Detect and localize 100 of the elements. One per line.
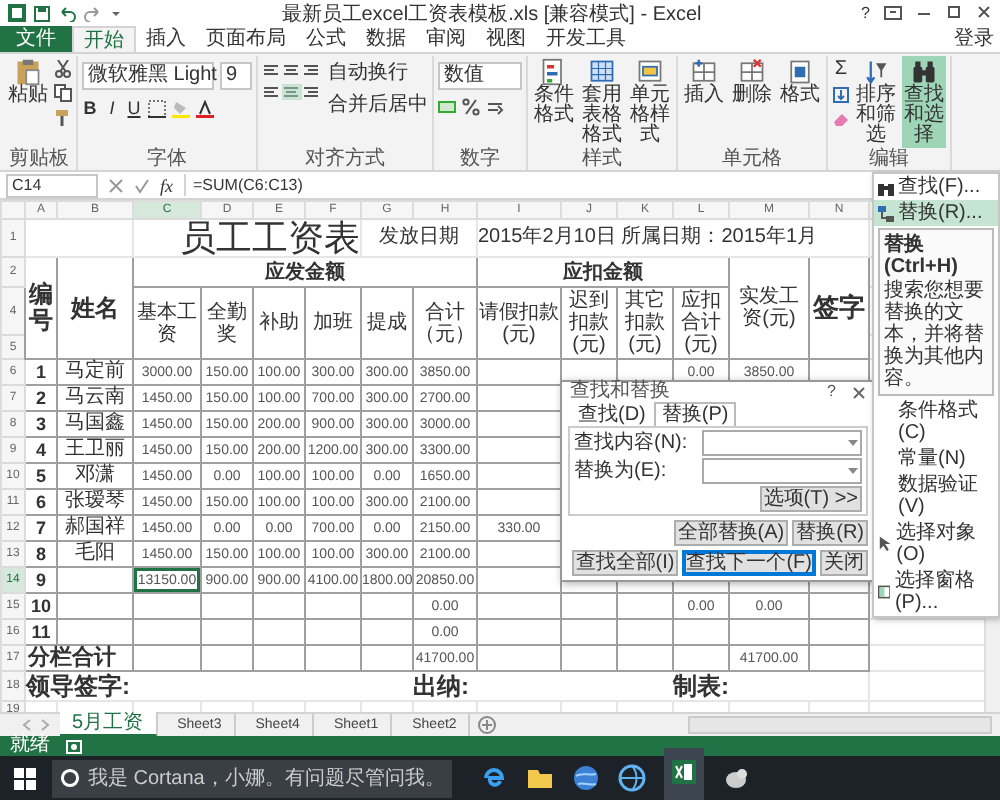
- cursor-icon: [878, 536, 893, 552]
- ribbon-tab[interactable]: 开始: [72, 26, 136, 52]
- font-style-button[interactable]: U: [126, 98, 142, 118]
- menu-item[interactable]: 常量(N): [874, 446, 998, 472]
- insert-cells-icon: [690, 58, 718, 86]
- sign-in-link[interactable]: 登录: [954, 26, 1000, 52]
- customize-caret-icon[interactable]: [110, 7, 122, 19]
- header-cell: 加班: [305, 287, 361, 359]
- start-icon[interactable]: [14, 767, 36, 789]
- font-name-field[interactable]: 微软雅黑 Light: [82, 62, 214, 90]
- table-cell: 马国鑫: [57, 411, 133, 437]
- sheet-tab[interactable]: 5月工资: [60, 712, 158, 738]
- menu-item[interactable]: 数据验证(V): [874, 472, 998, 520]
- ribbon-tab[interactable]: 页面布局: [196, 26, 296, 52]
- percent-icon[interactable]: [462, 98, 480, 116]
- table-cell: 5: [25, 463, 57, 489]
- ribbon-tab[interactable]: 插入: [136, 26, 196, 52]
- menu-item[interactable]: 查找(F)...: [874, 174, 998, 200]
- header-cell: 迟到扣款(元): [561, 287, 617, 359]
- header-cell: 应发金额: [133, 257, 477, 287]
- save-icon[interactable]: [34, 5, 50, 21]
- globe-icon[interactable]: [572, 764, 601, 792]
- ribbon-button[interactable]: 插入: [682, 56, 726, 108]
- browser-icon[interactable]: [480, 764, 509, 792]
- network-icon[interactable]: [618, 764, 647, 792]
- dialog-tab[interactable]: 替换(P): [653, 402, 737, 426]
- undo-icon[interactable]: [58, 5, 76, 21]
- excel-taskbar-button[interactable]: [664, 748, 705, 800]
- enter-icon[interactable]: [134, 177, 150, 193]
- menu-item[interactable]: 替换(R)...: [874, 200, 998, 226]
- font-style-button[interactable]: B: [82, 98, 98, 118]
- search-field[interactable]: 我是 Cortana，小娜。有问题尽管问我。: [52, 759, 453, 797]
- ribbon-button[interactable]: 条件格式: [532, 56, 576, 128]
- cut-icon[interactable]: [54, 60, 72, 78]
- ribbon-tab[interactable]: 视图: [476, 26, 536, 52]
- dialog-button[interactable]: 替换(R): [792, 520, 868, 546]
- table-cell: 4: [25, 437, 57, 463]
- menu-item[interactable]: 选择窗格(P)...: [874, 568, 998, 616]
- table-cell: 2: [25, 385, 57, 411]
- dialog-button[interactable]: 全部替换(A): [673, 520, 789, 546]
- ribbon-button[interactable]: 格式: [778, 56, 822, 108]
- table-cell: 分栏合计: [25, 645, 133, 671]
- ribbon-group-label: 剪贴板: [7, 148, 71, 170]
- folder-icon[interactable]: [526, 764, 555, 792]
- delete-cells-icon: [738, 58, 766, 86]
- ribbon-button[interactable]: 单元格样式: [628, 56, 672, 148]
- options-button[interactable]: 选项(T) >>: [759, 486, 862, 512]
- close-icon[interactable]: [852, 385, 866, 399]
- copy-icon[interactable]: [54, 84, 72, 102]
- font-size-field[interactable]: 9: [220, 62, 252, 90]
- ribbon-tab[interactable]: 审阅: [416, 26, 476, 52]
- dialog-button[interactable]: 关闭: [820, 550, 868, 576]
- align-icons-drawing[interactable]: [262, 62, 322, 102]
- close-icon[interactable]: [976, 6, 992, 20]
- table-cell: 7: [25, 515, 57, 541]
- table-cell: 3: [25, 411, 57, 437]
- maximize-icon[interactable]: [946, 6, 962, 20]
- horizontal-scrollbar[interactable]: [688, 716, 992, 734]
- field-label: 替换为(E):: [574, 459, 669, 483]
- macro-record-icon[interactable]: [66, 739, 82, 753]
- font-color-icon[interactable]: [196, 99, 214, 117]
- ribbon-tab[interactable]: 开发工具: [536, 26, 636, 52]
- ribbon-group-label: 单元格: [720, 148, 784, 170]
- ribbon-button[interactable]: 删除: [730, 56, 774, 108]
- dialog-tab[interactable]: 查找(D): [570, 402, 654, 426]
- ribbon-button[interactable]: 排序和筛选: [854, 56, 898, 148]
- fill-color-icon[interactable]: [172, 99, 190, 117]
- window-title: 最新员工excel工资表模板.xls [兼容模式] - Excel: [279, 1, 704, 27]
- ribbon-button[interactable]: 查找和选择: [902, 56, 946, 148]
- menu-item[interactable]: 条件格式(C): [874, 398, 998, 446]
- help-button[interactable]: ?: [827, 382, 836, 402]
- tooltip-title: 替换 (Ctrl+H): [884, 234, 960, 278]
- insert-function-button[interactable]: fx: [160, 175, 173, 195]
- menu-item[interactable]: 选择对象(O): [874, 520, 998, 568]
- name-box[interactable]: C14: [6, 173, 98, 197]
- help-button[interactable]: ?: [861, 4, 870, 22]
- ribbon-tab[interactable]: 公式: [296, 26, 356, 52]
- autosum-button[interactable]: Σ: [834, 60, 848, 80]
- dialog-button[interactable]: 查找下一个(F): [682, 550, 816, 576]
- ribbon-tab[interactable]: 文件: [0, 26, 72, 52]
- add-sheet-icon[interactable]: [478, 716, 497, 734]
- redo-icon[interactable]: [84, 5, 102, 21]
- sheet-title: 员工工资表: [180, 218, 360, 258]
- ribbon-button[interactable]: 粘贴: [6, 56, 50, 108]
- input-field[interactable]: [702, 430, 862, 456]
- ribbon-group-label: 字体: [145, 148, 189, 170]
- ribbon-display-icon[interactable]: [884, 6, 902, 20]
- format-painter-icon[interactable]: [54, 108, 72, 126]
- number-format-field[interactable]: 数值: [438, 62, 522, 90]
- replace-icon: [878, 205, 894, 221]
- border-icon[interactable]: [148, 99, 166, 117]
- fill-down-icon[interactable]: [832, 86, 850, 104]
- cancel-icon[interactable]: [108, 177, 124, 193]
- align-option-button[interactable]: 自动换行: [328, 62, 428, 86]
- dialog-button[interactable]: 查找全部(I): [571, 550, 679, 576]
- font-style-button[interactable]: I: [104, 98, 120, 118]
- align-option-button[interactable]: 合并后居中: [328, 94, 428, 118]
- ribbon-tab[interactable]: 数据: [356, 26, 416, 52]
- input-field[interactable]: [702, 458, 862, 484]
- ribbon-button[interactable]: 套用表格格式: [580, 56, 624, 148]
